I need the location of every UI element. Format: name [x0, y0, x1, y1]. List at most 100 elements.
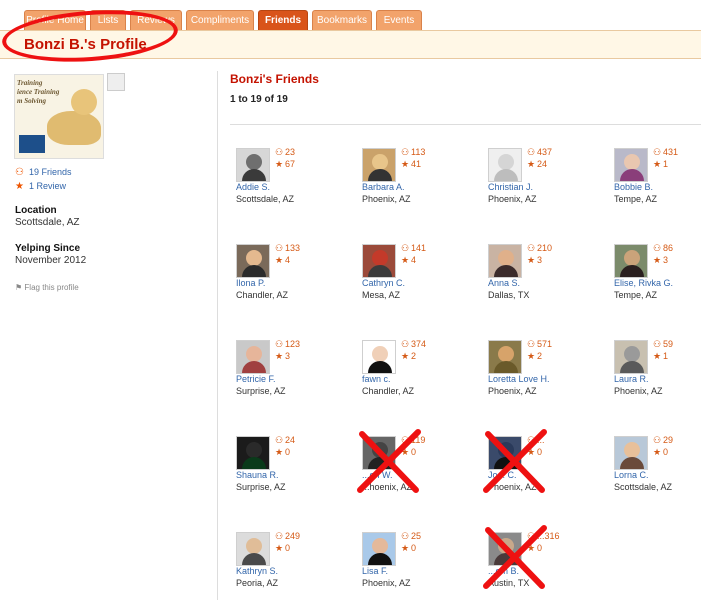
friends-icon: ⚇ [527, 147, 536, 157]
divider [230, 124, 701, 125]
friend-card[interactable]: ⚇ 431 ★ 1 Bobbie B. Tempe, AZ [614, 147, 701, 214]
friend-card[interactable]: ⚇ 249 ★ 0 Kathryn S. Peoria, AZ [236, 531, 356, 598]
avatar-torso [368, 265, 392, 277]
friend-card[interactable]: ⚇ 571 ★ 2 Loretta Love H. Phoenix, AZ [488, 339, 608, 406]
friend-name-link[interactable]: Ilona P. [236, 278, 265, 288]
friend-card[interactable]: ⚇ 59 ★ 1 Laura R. Phoenix, AZ [614, 339, 701, 406]
friend-friends-count: 59 [663, 339, 674, 349]
friend-friends-count: 29 [663, 435, 674, 445]
friend-reviews-stat: ★ 0 [527, 542, 542, 554]
friend-name-link[interactable]: fawn c. [362, 374, 391, 384]
friend-avatar[interactable] [236, 436, 270, 470]
star-icon: ★ [275, 255, 284, 265]
friend-card[interactable]: ⚇ 86 ★ 3 Elise, Rivka G. Tempe, AZ [614, 243, 701, 310]
reviews-count-label: 1 Review [28, 181, 66, 191]
friend-name-link[interactable]: Loretta Love H. [488, 374, 550, 384]
friend-avatar[interactable] [488, 244, 522, 278]
friends-count-link[interactable]: ⚇ 19 Friends [15, 167, 72, 178]
friend-card[interactable]: ⚇ 119 ★ 0 ...on W. ...hoenix, AZ [357, 429, 482, 502]
friend-card[interactable]: ⚇ 133 ★ 4 Ilona P. Chandler, AZ [236, 242, 356, 310]
friend-name-link[interactable]: Lisa F. [362, 566, 388, 576]
tab-events[interactable]: Events [376, 10, 422, 30]
star-icon: ★ [275, 159, 284, 169]
friend-name-link[interactable]: Lorna C. [614, 470, 649, 480]
avatar-torso [368, 169, 392, 181]
friend-card[interactable]: ⚇ 210 ★ 3 Anna S. Dallas, TX [488, 243, 608, 310]
friend-card[interactable]: ⚇ 23 ★ 67 Addie S. Scottsdale, AZ [236, 147, 356, 214]
star-icon: ★ [527, 543, 536, 553]
friend-avatar[interactable] [236, 244, 270, 278]
friend-card[interactable]: ⚇ 437 ★ 24 Christian J. Phoenix, AZ [488, 147, 608, 214]
tab-compliments[interactable]: Compliments [186, 10, 254, 30]
avatar-torso [368, 553, 392, 565]
friend-name-link[interactable]: Addie S. [236, 182, 270, 192]
friend-name-link[interactable]: Kathryn S. [236, 566, 278, 576]
friend-avatar[interactable] [362, 532, 396, 566]
friend-avatar[interactable] [488, 340, 522, 374]
friend-card[interactable]: ⚇ 374 ★ 2 fawn c. Chandler, AZ [362, 339, 482, 406]
friend-avatar[interactable] [362, 340, 396, 374]
friend-friends-count: 571 [537, 339, 553, 349]
friend-card[interactable]: ⚇ 141 ★ 4 Cathryn C. Mesa, AZ [362, 243, 482, 310]
friend-reviews-count: 0 [537, 543, 543, 553]
flag-profile-link[interactable]: ⚑ Flag this profile [15, 283, 79, 292]
friend-avatar[interactable] [488, 148, 522, 182]
friend-avatar[interactable] [236, 532, 270, 566]
avatar-torso [494, 457, 518, 469]
friend-card[interactable]: ⚇ 123 ★ 3 Petricie F. Surprise, AZ [236, 338, 356, 406]
friend-avatar[interactable] [236, 148, 270, 182]
friend-avatar[interactable] [236, 340, 270, 374]
friend-reviews-count: 0 [663, 447, 669, 457]
friend-card[interactable]: ⚇ 113 ★ 41 Barbara A. Phoenix, AZ [362, 147, 482, 214]
friend-friends-count: 24 [285, 435, 296, 445]
friend-avatar[interactable] [614, 244, 648, 278]
friend-avatar[interactable] [614, 436, 648, 470]
star-icon: ★ [527, 255, 536, 265]
avatar-torso [242, 361, 266, 373]
friend-name-link[interactable]: Jo... C. [488, 470, 517, 480]
friend-location: Tempe, AZ [614, 290, 658, 300]
friend-avatar[interactable] [488, 532, 522, 566]
avatar-head [498, 346, 514, 362]
friend-name-link[interactable]: ...on W. [362, 470, 393, 480]
friend-name-link[interactable]: Petricie F. [236, 374, 276, 384]
friend-reviews-stat: ★ 3 [653, 254, 668, 266]
tab-bookmarks[interactable]: Bookmarks [312, 10, 372, 30]
friend-name-link[interactable]: Shauna R. [236, 470, 279, 480]
tab-friends[interactable]: Friends [258, 10, 308, 30]
friend-location: Phoenix, AZ [488, 482, 537, 492]
friend-name-link[interactable]: Anna S. [488, 278, 520, 288]
photo-text-line: m Solving [17, 97, 46, 105]
friend-name-link[interactable]: Christian J. [488, 182, 533, 192]
friend-avatar[interactable] [488, 436, 522, 470]
friend-name-link[interactable]: Laura R. [614, 374, 649, 384]
profile-photo[interactable]: Training ience Training m Solving [14, 74, 104, 159]
avatar-torso [242, 553, 266, 565]
friend-location: Chandler, AZ [362, 386, 415, 396]
avatar-head [498, 154, 514, 170]
friend-name-link[interactable]: Elise, Rivka G. [614, 278, 673, 288]
friend-avatar[interactable] [614, 340, 648, 374]
friend-avatar[interactable] [614, 148, 648, 182]
friend-name-link[interactable]: Barbara A. [362, 182, 405, 192]
friend-name-link[interactable]: Cathryn C. [362, 278, 405, 288]
friend-avatar[interactable] [362, 436, 396, 470]
friend-name-link[interactable]: Bobbie B. [614, 182, 653, 192]
small-photo-thumb[interactable] [107, 73, 125, 91]
friend-reviews-stat: ★ 67 [275, 158, 295, 170]
friend-friends-stat: ⚇ 133 [275, 242, 300, 254]
reviews-count-link[interactable]: ★ 1 Review [15, 181, 66, 192]
friend-card[interactable]: ⚇ 24 ★ 0 Shauna R. Surprise, AZ [236, 435, 356, 502]
friend-card[interactable]: ⚇ 25 ★ 0 Lisa F. Phoenix, AZ [362, 531, 482, 598]
friend-friends-stat: ⚇ 123 [275, 338, 300, 350]
friend-avatar[interactable] [362, 244, 396, 278]
avatar-head [498, 250, 514, 266]
friend-reviews-count: 3 [663, 255, 669, 265]
friend-reviews-count: 3 [537, 255, 543, 265]
friend-avatar[interactable] [362, 148, 396, 182]
friend-name-link[interactable]: ...om B. [488, 566, 519, 576]
star-icon: ★ [527, 447, 536, 457]
friend-card[interactable]: ⚇ ...316 ★ 0 ...om B. Austin, TX [483, 525, 608, 598]
friend-card[interactable]: ⚇ 29 ★ 0 Lorna C. Scottsdale, AZ [614, 435, 701, 502]
friend-card[interactable]: ⚇... ★ 0 Jo... C. Phoenix, AZ [483, 429, 608, 502]
